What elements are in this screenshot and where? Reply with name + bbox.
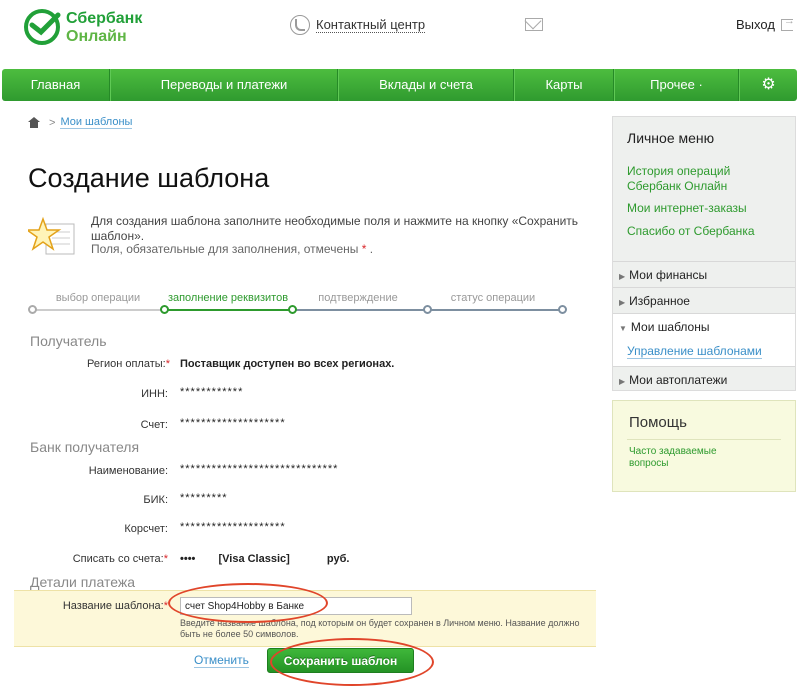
chevron-right-icon: > [49,116,56,129]
debit-card-mask: •••• [180,553,196,565]
corr-account-value: ******************** [180,521,286,533]
triangle-right-icon: ▶ [619,272,626,281]
breadcrumb-my-templates[interactable]: Мои шаблоны [60,116,133,129]
star-template-icon [28,216,75,255]
intro-text: Для создания шаблона заполните необходим… [91,214,579,243]
step-label-status: статус операции [450,292,536,304]
sberbank-logo-icon [24,9,61,45]
step-dot-5 [558,305,567,314]
cancel-link[interactable]: Отменить [194,653,249,668]
side-group-autopayments[interactable]: ▶ Мои автоплатежи [613,366,795,392]
bank-name-value: ****************************** [180,463,339,475]
gear-icon: ⚙ [761,76,776,93]
bik-value: ********* [180,492,228,504]
bank-name-label: Наименование: [88,465,168,477]
exit-icon [780,15,795,31]
step-line-done [32,309,164,311]
side-link-history[interactable]: История операций Сбербанк Онлайн [627,164,787,194]
personal-menu: Личное меню История операций Сбербанк Он… [612,116,796,391]
side-group-favorites-label: Избранное [629,294,690,308]
logo-text-line1: Сбербанк [66,10,143,27]
template-name-label: Название шаблона:* [28,600,168,612]
required-mark: * [165,358,170,370]
required-mark: * [163,600,168,612]
breadcrumb: > Мои шаблоны [28,116,133,129]
side-group-templates[interactable]: ▼ Мои шаблоны [619,314,709,340]
section-recipient: Получатель [30,333,107,349]
template-name-hint: Введите название шаблона, под которым он… [180,618,580,639]
debit-currency: руб. [326,553,350,565]
region-label-text: Регион оплаты: [86,358,166,370]
help-title: Помощь [629,414,687,431]
account-value: ******************** [180,417,286,429]
contact-center-link[interactable]: Контактный центр [316,17,426,33]
inn-label: ИНН: [141,388,168,400]
exit-label: Выход [736,17,775,32]
logo-text-line2: Онлайн [66,28,127,45]
region-value: Поставщик доступен во всех регионах. [180,358,395,370]
step-line-active [164,309,292,311]
bik-label: БИК: [143,494,168,506]
side-group-autopayments-label: Мои автоплатежи [629,373,728,387]
triangle-right-icon: ▶ [619,298,626,307]
template-name-input[interactable] [180,597,412,615]
save-template-button[interactable]: Сохранить шаблон [267,648,414,673]
side-group-templates-label: Мои шаблоны [630,320,710,334]
step-label-confirm: подтверждение [318,292,398,304]
required-mark: * [163,553,168,565]
side-group-finances-label: Мои финансы [629,268,708,282]
side-link-spasibo[interactable]: Спасибо от Сбербанка [627,224,787,239]
step-label-fill: заполнение реквизитов [167,292,289,304]
contact-center[interactable]: Контактный центр [290,15,426,35]
side-group-favorites[interactable]: ▶ Избранное [613,287,795,313]
page-title: Создание шаблона [28,163,270,193]
header: Сбербанк Онлайн Контактный центр Выход [0,0,800,60]
section-bank: Банк получателя [30,439,140,455]
help-divider [627,439,781,440]
phone-icon [290,15,310,35]
step-label-choose: выбор операции [55,292,141,304]
required-mark: * [361,242,367,256]
main-nav: Главная Переводы и платежи Вклады и счет… [2,69,797,101]
intro-note: Поля, обязательные для заполнения, отмеч… [91,242,373,256]
triangle-right-icon: ▶ [619,377,626,386]
personal-menu-title: Личное меню [627,130,715,146]
inn-value: ************ [180,386,244,398]
debit-account-select[interactable]: •••• [Visa Classic] руб. [180,553,349,565]
nav-item-other[interactable]: Прочее · [614,69,739,101]
mail-icon[interactable] [525,18,543,31]
section-payment-details: Детали платежа [30,574,135,590]
step-dot-4 [423,305,432,314]
intro-note-text: Поля, обязательные для заполнения, отмеч… [91,242,359,256]
step-dot-1 [28,305,37,314]
nav-item-transfers[interactable]: Переводы и платежи [110,69,338,101]
debit-account-label: Списать со счета:* [28,553,168,565]
nav-item-deposits[interactable]: Вклады и счета [338,69,514,101]
triangle-down-icon: ▼ [619,324,627,333]
sberbank-logo[interactable]: Сбербанк Онлайн [22,7,162,47]
account-label: Счет: [140,419,168,431]
step-dot-2 [160,305,169,314]
step-dot-3 [288,305,297,314]
help-box: Помощь Часто задаваемые вопросы [612,400,796,492]
nav-item-settings[interactable]: ⚙ [739,69,797,101]
intro-note-end: . [369,242,374,256]
debit-card-type: [Visa Classic] [218,553,290,565]
nav-item-cards[interactable]: Карты [514,69,614,101]
debit-account-label-text: Списать со счета: [72,553,164,565]
corr-account-label: Корсчет: [124,523,168,535]
side-link-orders[interactable]: Мои интернет-заказы [627,201,787,216]
home-icon[interactable] [28,117,40,128]
template-name-label-text: Название шаблона: [62,600,164,612]
side-group-templates-open: ▼ Мои шаблоны Управление шаблонами [613,313,795,367]
exit-button[interactable]: Выход [736,15,795,33]
region-label: Регион оплаты:* [30,358,170,370]
side-link-manage-templates[interactable]: Управление шаблонами [627,344,762,359]
side-group-finances[interactable]: ▶ Мои финансы [613,261,795,287]
nav-item-home[interactable]: Главная [2,69,110,101]
progress-steps: выбор операции заполнение реквизитов под… [28,290,568,320]
help-link-faq[interactable]: Часто задаваемые вопросы [629,446,739,470]
